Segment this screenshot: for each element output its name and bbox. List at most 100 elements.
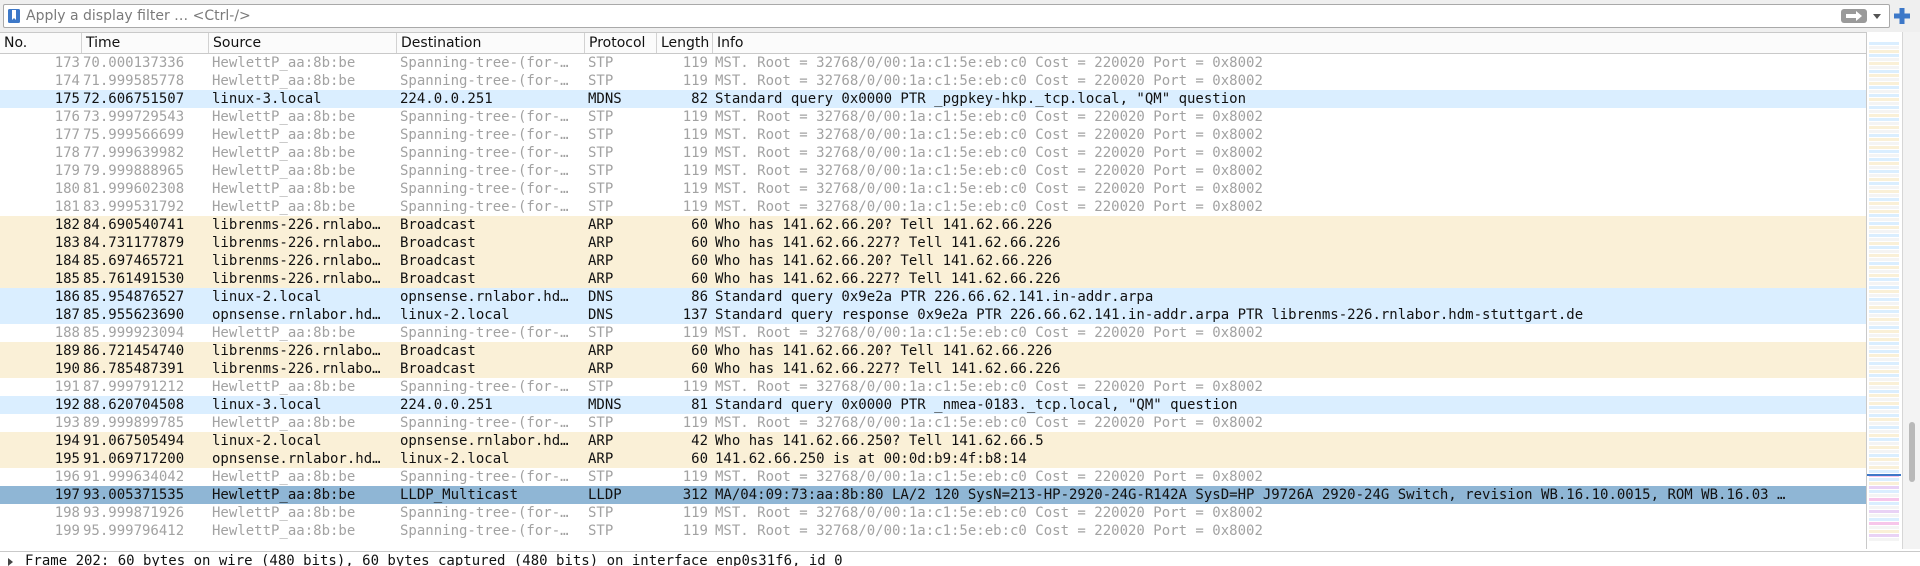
packet-time-cell: 79.999888965 (83, 163, 185, 179)
packet-length-cell: 60 (691, 451, 708, 467)
packet-time-cell: 95.999796412 (83, 523, 185, 539)
minimap-stripe (1869, 462, 1899, 465)
packet-row[interactable]: 193 89.999899785 HewlettP_aa:8b:be Spanning… (0, 414, 1866, 432)
packet-row[interactable]: 197 93.005371535 HewlettP_aa:8b:be LLDP_Mul… (0, 486, 1866, 504)
minimap-stripe (1869, 90, 1899, 93)
minimap-stripe (1869, 326, 1899, 329)
minimap-stripe (1869, 418, 1899, 421)
packet-row[interactable]: 195 91.069717200 opnsense.rnlabor.hd… linux… (0, 450, 1866, 468)
minimap-stripe (1869, 526, 1899, 529)
packet-row[interactable]: 184 85.697465721 librenms-226.rnlabo… Broad… (0, 252, 1866, 270)
minimap-stripe (1869, 522, 1899, 525)
column-header-time[interactable]: Time (82, 33, 209, 53)
packet-info-cell: Who has 141.62.66.227? Tell 141.62.66.22… (715, 271, 1061, 287)
packet-row[interactable]: 175 72.606751507 linux-3.local 224.0.0.251 M… (0, 90, 1866, 108)
packet-length-cell: 119 (682, 325, 708, 341)
packet-row[interactable]: 180 81.999602308 HewlettP_aa:8b:be Spanning… (0, 180, 1866, 198)
packet-protocol-cell: STP (588, 199, 614, 215)
packet-row[interactable]: 179 79.999888965 HewlettP_aa:8b:be Spanning… (0, 162, 1866, 180)
packet-info-cell: MST. Root = 32768/0/00:1a:c1:5e:eb:c0 Co… (715, 127, 1263, 143)
packet-details-pane: Frame 202: 60 bytes on wire (480 bits), … (0, 551, 1920, 566)
minimap-stripe (1869, 138, 1899, 141)
packet-destination-cell: linux-2.local (400, 307, 510, 323)
packet-row[interactable]: 178 77.999639982 HewlettP_aa:8b:be Spanning… (0, 144, 1866, 162)
packet-row[interactable]: 191 87.999791212 HewlettP_aa:8b:be Spanning… (0, 378, 1866, 396)
minimap-stripe (1869, 62, 1899, 65)
minimap-stripe (1869, 378, 1899, 381)
minimap-stripe (1869, 178, 1899, 181)
packet-no-cell: 185 (54, 271, 80, 287)
packet-row[interactable]: 183 84.731177879 librenms-226.rnlabo… Broad… (0, 234, 1866, 252)
packet-source-cell: HewlettP_aa:8b:be (212, 505, 356, 521)
packet-row[interactable]: 194 91.067505494 linux-2.local opnsense.rnl… (0, 432, 1866, 450)
packet-minimap[interactable] (1866, 32, 1902, 549)
packet-length-cell: 82 (691, 91, 708, 107)
filter-history-dropdown-icon[interactable] (1873, 14, 1881, 19)
scrollbar-thumb[interactable] (1909, 422, 1915, 482)
packet-row[interactable]: 185 85.761491530 librenms-226.rnlabo… Broad… (0, 270, 1866, 288)
column-header-destination[interactable]: Destination (397, 33, 585, 53)
packet-info-cell: MST. Root = 32768/0/00:1a:c1:5e:eb:c0 Co… (715, 73, 1263, 89)
minimap-stripe (1869, 506, 1899, 509)
packet-protocol-cell: STP (588, 469, 614, 485)
column-header-no[interactable]: No. (0, 33, 82, 53)
packet-no-cell: 199 (54, 523, 80, 539)
packet-protocol-cell: MDNS (588, 91, 622, 107)
packet-row[interactable]: 188 85.999923094 HewlettP_aa:8b:be Spanning… (0, 324, 1866, 342)
packet-row[interactable]: 199 95.999796412 HewlettP_aa:8b:be Spanning… (0, 522, 1866, 540)
minimap-stripe (1869, 534, 1899, 537)
packet-row[interactable]: 189 86.721454740 librenms-226.rnlabo… Broad… (0, 342, 1866, 360)
packet-list[interactable]: 173 70.000137336 HewlettP_aa:8b:be Spanning… (0, 54, 1866, 549)
packet-row[interactable]: 182 84.690540741 librenms-226.rnlabo… Broad… (0, 216, 1866, 234)
vertical-scrollbar[interactable] (1902, 32, 1920, 549)
packet-destination-cell: Spanning-tree-(for-… (400, 523, 569, 539)
packet-info-cell: Who has 141.62.66.20? Tell 141.62.66.226 (715, 253, 1053, 269)
packet-time-cell: 85.954876527 (83, 289, 185, 305)
column-header-length[interactable]: Length (657, 33, 713, 53)
packet-source-cell: opnsense.rnlabor.hd… (212, 451, 381, 467)
packet-no-cell: 175 (54, 91, 80, 107)
column-header-info[interactable]: Info (713, 33, 1866, 53)
packet-time-cell: 93.999871926 (83, 505, 185, 521)
packet-row[interactable]: 192 88.620704508 linux-3.local 224.0.0.251 M… (0, 396, 1866, 414)
packet-row[interactable]: 174 71.999585778 HewlettP_aa:8b:be Spanning… (0, 72, 1866, 90)
packet-info-cell: MST. Root = 32768/0/00:1a:c1:5e:eb:c0 Co… (715, 109, 1263, 125)
packet-time-cell: 91.069717200 (83, 451, 185, 467)
packet-time-cell: 85.697465721 (83, 253, 185, 269)
packet-time-cell: 72.606751507 (83, 91, 185, 107)
packet-row[interactable]: 176 73.999729543 HewlettP_aa:8b:be Spanning… (0, 108, 1866, 126)
minimap-stripe (1869, 374, 1899, 377)
column-header-protocol[interactable]: Protocol (585, 33, 657, 53)
packet-no-cell: 181 (54, 199, 80, 215)
minimap-stripe (1869, 386, 1899, 389)
packet-info-cell: MST. Root = 32768/0/00:1a:c1:5e:eb:c0 Co… (715, 379, 1263, 395)
minimap-stripe (1869, 174, 1899, 177)
packet-no-cell: 191 (54, 379, 80, 395)
minimap-stripe (1869, 126, 1899, 129)
packet-row[interactable]: 173 70.000137336 HewlettP_aa:8b:be Spanning… (0, 54, 1866, 72)
packet-no-cell: 189 (54, 343, 80, 359)
packet-length-cell: 60 (691, 361, 708, 377)
packet-row[interactable]: 177 75.999566699 HewlettP_aa:8b:be Spanning… (0, 126, 1866, 144)
packet-no-cell: 180 (54, 181, 80, 197)
packet-row[interactable]: 187 85.955623690 opnsense.rnlabor.hd… linux… (0, 306, 1866, 324)
frame-summary[interactable]: Frame 202: 60 bytes on wire (480 bits), … (25, 553, 843, 566)
display-filter-input[interactable] (26, 6, 1826, 26)
column-header-source[interactable]: Source (209, 33, 397, 53)
packet-destination-cell: Broadcast (400, 271, 476, 287)
minimap-viewport-marker (1867, 474, 1901, 476)
bookmark-icon[interactable] (7, 8, 21, 24)
minimap-stripe (1869, 314, 1899, 317)
packet-row[interactable]: 196 91.999634042 HewlettP_aa:8b:be Spanning… (0, 468, 1866, 486)
packet-row[interactable]: 181 83.999531792 HewlettP_aa:8b:be Spanning… (0, 198, 1866, 216)
add-filter-button-plus-icon[interactable] (1892, 6, 1912, 26)
packet-destination-cell: Broadcast (400, 343, 476, 359)
packet-row[interactable]: 198 93.999871926 HewlettP_aa:8b:be Spanning… (0, 504, 1866, 522)
packet-row[interactable]: 190 86.785487391 librenms-226.rnlabo… Broad… (0, 360, 1866, 378)
packet-protocol-cell: DNS (588, 289, 614, 305)
apply-filter-arrow-icon[interactable] (1841, 9, 1867, 23)
packet-time-cell: 85.999923094 (83, 325, 185, 341)
packet-destination-cell: Spanning-tree-(for-… (400, 199, 569, 215)
minimap-stripe (1869, 94, 1899, 97)
packet-row[interactable]: 186 85.954876527 linux-2.local opnsense.rnl… (0, 288, 1866, 306)
